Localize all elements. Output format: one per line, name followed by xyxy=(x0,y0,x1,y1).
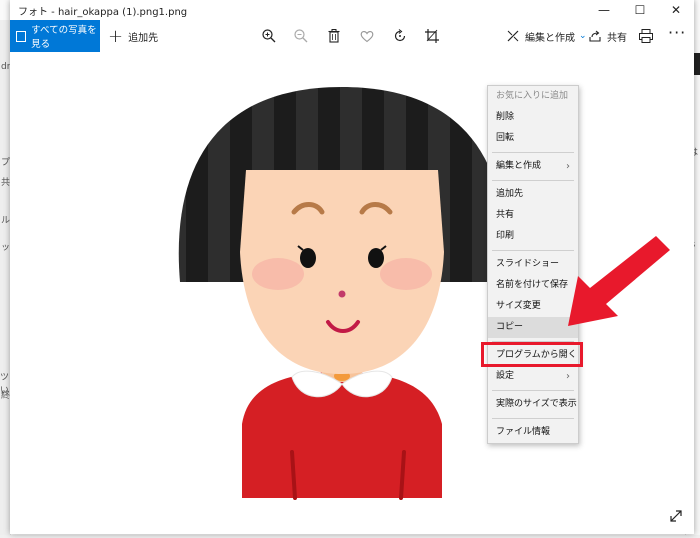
bg-text: ッ xyxy=(1,243,11,253)
toolbar: すべての写真を見る + 追加先 編集と作成 ⌄ 共有 ··· xyxy=(10,20,694,52)
bg-text: 共 xyxy=(1,178,11,188)
menu-item-share[interactable]: 共有 xyxy=(488,205,578,226)
bg-text: dr xyxy=(1,62,11,72)
close-button[interactable]: ✕ xyxy=(658,0,694,20)
bg-text: 終 xyxy=(1,391,11,401)
menu-item-rotate[interactable]: 回転 xyxy=(488,128,578,149)
heart-icon[interactable] xyxy=(359,28,375,44)
menu-item-delete[interactable]: 削除 xyxy=(488,107,578,128)
window-title: フォト - hair_okappa (1).png1.png xyxy=(18,7,188,18)
more-options-button[interactable]: ··· xyxy=(668,23,686,42)
menu-item-edit-create[interactable]: 編集と作成 › xyxy=(488,156,578,177)
add-to-label: 追加先 xyxy=(128,32,159,44)
menu-separator xyxy=(492,152,574,153)
delete-icon[interactable] xyxy=(326,28,342,44)
chevron-right-icon: › xyxy=(566,161,570,172)
menu-item-settings[interactable]: 設定 › xyxy=(488,366,578,387)
menu-item-label: 編集と作成 xyxy=(496,161,542,171)
menu-item-label: 設定 xyxy=(496,371,515,381)
crop-icon[interactable] xyxy=(424,28,440,44)
edit-create-button[interactable]: 編集と作成 ⌄ xyxy=(506,20,587,52)
menu-separator xyxy=(492,390,574,391)
zoom-out-icon[interactable] xyxy=(293,28,309,44)
chevron-right-icon: › xyxy=(566,371,570,382)
background-dark-tab xyxy=(694,53,700,75)
menu-item-add-favorite[interactable]: お気に入りに追加 xyxy=(488,86,578,107)
menu-item-actual-size[interactable]: 実際のサイズで表示 xyxy=(488,394,578,415)
zoom-in-icon[interactable] xyxy=(261,28,277,44)
annotation-arrow xyxy=(568,236,670,326)
title-bar: フォト - hair_okappa (1).png1.png — ☐ ✕ xyxy=(10,0,694,20)
photo-icon xyxy=(16,30,27,42)
chevron-down-icon: ⌄ xyxy=(579,31,587,41)
minimize-button[interactable]: — xyxy=(586,0,622,20)
menu-separator xyxy=(492,418,574,419)
print-icon[interactable] xyxy=(638,28,654,48)
expand-icon[interactable] xyxy=(668,508,684,528)
all-photos-label: すべての写真を見る xyxy=(31,25,97,50)
menu-item-add-to[interactable]: 追加先 xyxy=(488,184,578,205)
edit-create-label: 編集と作成 xyxy=(525,32,575,44)
menu-item-file-info[interactable]: ファイル情報 xyxy=(488,422,578,443)
annotation-highlight-box xyxy=(481,342,583,367)
share-icon xyxy=(589,30,601,42)
add-to-button[interactable]: + 追加先 xyxy=(108,20,158,52)
rotate-icon[interactable] xyxy=(392,28,408,44)
all-photos-button[interactable]: すべての写真を見る xyxy=(10,20,100,52)
edit-icon xyxy=(507,30,519,42)
share-button[interactable]: 共有 xyxy=(588,20,627,52)
bg-text: ル xyxy=(1,216,11,226)
bg-text: プ xyxy=(1,158,11,168)
share-label: 共有 xyxy=(607,32,627,44)
plus-icon: + xyxy=(108,25,124,47)
menu-separator xyxy=(492,180,574,181)
maximize-button[interactable]: ☐ xyxy=(622,0,658,20)
